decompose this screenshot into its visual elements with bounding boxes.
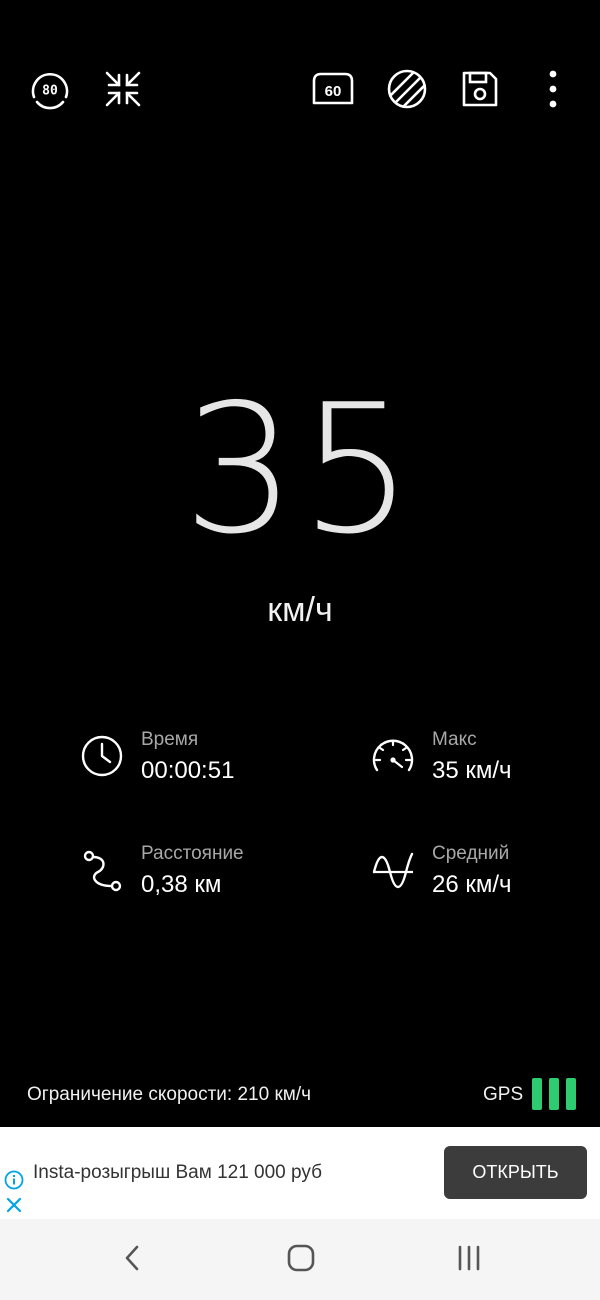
gps-bar — [566, 1078, 576, 1110]
stat-time: Время 00:00:51 — [80, 728, 300, 798]
speed-limit-badge-text: 60 — [325, 83, 342, 100]
hud-mode-button[interactable]: 80 — [26, 65, 74, 113]
ad-text[interactable]: Insta-розыгрыш Вам 121 000 руб — [33, 1161, 322, 1185]
stat-max: Макс 35 км/ч — [371, 728, 591, 798]
save-button[interactable] — [456, 65, 504, 113]
ad-info-icon[interactable] — [4, 1170, 24, 1190]
more-options-button[interactable] — [529, 65, 577, 113]
nav-back-button[interactable] — [111, 1236, 155, 1280]
route-icon — [83, 850, 122, 892]
recents-icon — [458, 1245, 480, 1271]
current-speed: 35 — [182, 366, 418, 573]
stat-time-label: Время — [141, 729, 199, 750]
nav-recents-button[interactable] — [447, 1236, 491, 1280]
more-vert-icon — [549, 70, 557, 108]
home-icon — [287, 1244, 315, 1272]
speed-limit-60-icon: 60 — [312, 72, 354, 105]
speedometer-icon — [372, 739, 414, 772]
stat-distance-label: Расстояние — [141, 843, 244, 864]
stat-distance: Расстояние 0,38 км — [80, 842, 300, 912]
speedometer-screen: 80 60 35 км/ч Время 00:00:51 Макс 35 км/… — [0, 0, 600, 1127]
hud-80-icon: 80 — [31, 73, 69, 110]
speed-limit-text: Ограничение скорости: 210 км/ч — [27, 1084, 311, 1105]
night-mode-button[interactable] — [383, 65, 431, 113]
fullscreen-exit-icon — [105, 71, 141, 107]
stat-time-value: 00:00:51 — [141, 757, 235, 784]
stat-average-label: Средний — [432, 843, 510, 864]
gps-label: GPS — [483, 1084, 524, 1105]
wave-icon — [372, 852, 414, 889]
gps-bar — [532, 1078, 542, 1110]
clock-icon — [81, 735, 123, 777]
nav-home-button[interactable] — [279, 1236, 323, 1280]
gps-bar — [549, 1078, 559, 1110]
save-icon — [462, 71, 498, 107]
speed-limit-button[interactable]: 60 — [309, 65, 357, 113]
speed-unit: км/ч — [267, 591, 333, 629]
stat-distance-value: 0,38 км — [141, 871, 222, 898]
gps-signal-indicator — [532, 1078, 576, 1110]
stat-average-value: 26 км/ч — [432, 871, 512, 898]
night-mode-icon — [387, 69, 427, 109]
stat-max-label: Макс — [432, 729, 477, 750]
hud-badge-text: 80 — [42, 84, 58, 99]
stat-average: Средний 26 км/ч — [371, 842, 591, 912]
ad-close-icon[interactable] — [4, 1195, 24, 1215]
back-icon — [125, 1245, 139, 1271]
fullscreen-exit-button[interactable] — [99, 65, 147, 113]
ad-open-button[interactable]: ОТКРЫТЬ — [444, 1146, 587, 1199]
stat-max-value: 35 км/ч — [432, 757, 512, 784]
